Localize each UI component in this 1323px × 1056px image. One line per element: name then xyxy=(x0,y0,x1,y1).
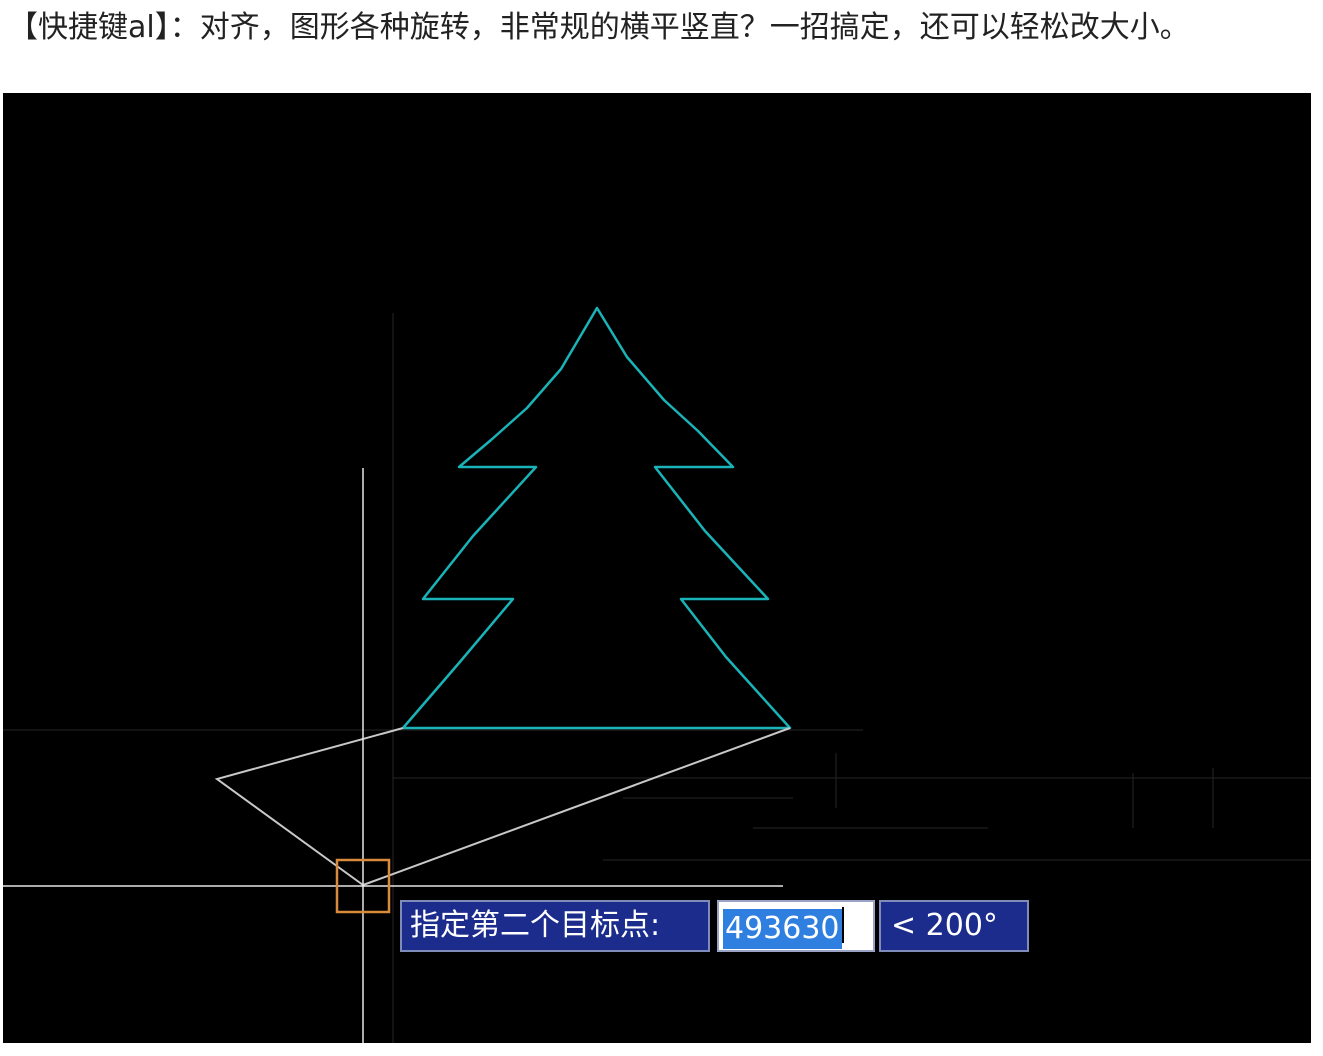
align-rubber-band xyxy=(214,727,791,886)
angle-input-field[interactable]: < 200° xyxy=(879,900,1029,952)
dynamic-input-prompt: 指定第二个目标点: xyxy=(400,900,710,952)
cad-drawing-area[interactable]: 指定第二个目标点: 493630 < 200° xyxy=(3,93,1311,1043)
tree-shape[interactable] xyxy=(402,306,792,730)
text-caret xyxy=(841,907,844,943)
distance-input-value[interactable]: 493630 xyxy=(723,909,842,949)
distance-input-field[interactable]: 493630 xyxy=(717,900,875,952)
caption-text: 【快捷键al】：对齐，图形各种旋转，非常规的横平竖直？一招搞定，还可以轻松改大小… xyxy=(8,10,1190,45)
